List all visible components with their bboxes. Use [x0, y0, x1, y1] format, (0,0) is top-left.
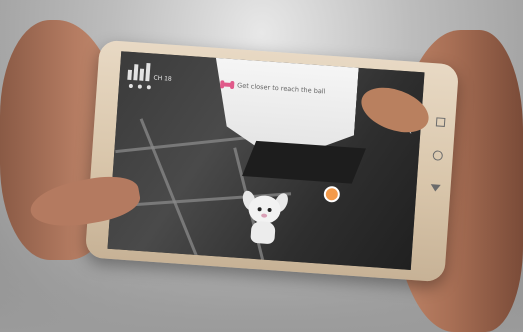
hud-stats: CH 18	[127, 60, 173, 83]
back-icon[interactable]	[430, 184, 441, 192]
ar-block-shadow	[242, 140, 366, 184]
phone-nav-bar	[430, 117, 445, 192]
home-icon[interactable]	[432, 150, 444, 161]
hud-value: CH 18	[153, 74, 172, 83]
dog-body	[250, 220, 276, 245]
smartphone: Get closer to reach the ball CH 18 ‹ ✕	[84, 39, 460, 283]
dog-nose	[261, 213, 268, 218]
recent-apps-icon[interactable]	[435, 117, 445, 127]
bone-icon	[222, 82, 233, 88]
phone-screen: Get closer to reach the ball CH 18 ‹ ✕	[107, 51, 425, 270]
virtual-dog[interactable]	[240, 186, 291, 247]
signal-bars-icon	[127, 60, 151, 82]
